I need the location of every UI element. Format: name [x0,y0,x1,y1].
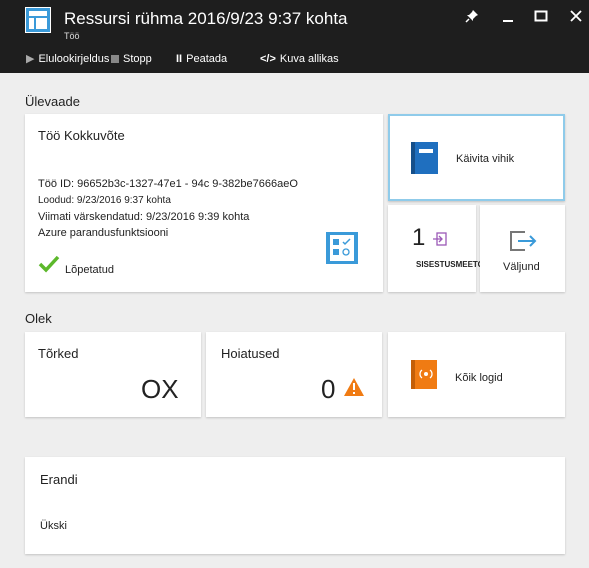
errors-count: OX [141,374,179,404]
blade-title: Ressursi rühma 2016/9/23 9:37 kohta [64,9,348,28]
overview-section-label: Ülevaade [25,94,80,109]
errors-tile[interactable]: Tõrked OX [25,332,201,417]
code-icon: </> [260,53,276,65]
job-blade-icon [25,7,51,33]
output-tile-label: Väljund [503,261,540,273]
blade-header: Ressursi rühma 2016/9/23 9:37 kohta Töö … [0,0,589,73]
runbook-tile-label: Käivita vihik [456,153,515,165]
job-last-updated: Viimati värskendatud: 9/23/2016 9:39 koh… [38,211,250,223]
pin-icon[interactable] [462,8,482,28]
pause-button[interactable]: II Peatada [176,50,227,68]
blade-subtitle: Töö [64,31,80,41]
pause-label: Peatada [186,53,228,65]
input-tile[interactable]: 1 SISESTUSMEETODI [388,205,492,292]
exceptions-title: Erandi [40,472,78,487]
stop-label: Stopp [123,53,152,65]
exceptions-value: Ükski [40,520,67,532]
run-history-label: Elulookirjeldus [38,53,110,65]
job-id: Töö ID: 96652b3c-1327-47e1 - 94c 9-382be… [38,178,298,190]
all-logs-label: Kõik logid [455,372,503,384]
checkmark-icon [38,253,60,275]
exceptions-card[interactable]: Erandi Ükski [25,457,565,554]
warnings-label: Hoiatused [221,346,280,361]
job-checklist-icon [325,231,359,265]
logs-icon [410,359,438,390]
job-summary-card[interactable]: Töö Kokkuvõte Töö ID: 96652b3c-1327-47e1… [25,114,383,292]
status-section-label: Olek [25,311,52,326]
runbook-icon [410,141,440,175]
maximize-icon[interactable] [531,8,551,28]
warnings-count: 0 [321,374,336,404]
job-runbook-name: Azure parandusfunktsiooni [38,227,169,239]
warning-icon [343,377,365,397]
all-logs-tile[interactable]: Kõik logid [388,332,565,417]
view-source-label: Kuva allikas [279,53,339,65]
warnings-tile[interactable]: Hoiatused 0 [206,332,382,417]
run-history-button[interactable]: ▶ Elulookirjeldus [26,50,109,68]
stop-button[interactable]: Stopp [111,50,152,68]
minimize-icon[interactable] [498,8,518,28]
input-count: 1 [412,224,426,251]
job-status: Lõpetatud [65,264,114,276]
view-source-button[interactable]: </> Kuva allikas [260,50,339,68]
input-icon [432,231,448,247]
output-icon [509,229,537,253]
job-created: Loodud: 9/23/2016 9:37 kohta [38,195,171,206]
output-tile[interactable]: Väljund [480,205,565,292]
errors-label: Tõrked [38,346,79,361]
job-summary-title: Töö Kokkuvõte [38,128,125,143]
runbook-tile[interactable]: Käivita vihik [388,114,565,201]
close-icon[interactable] [566,8,586,28]
play-icon: ▶ [26,53,35,65]
pause-icon: II [176,53,183,65]
stop-icon [111,55,119,64]
